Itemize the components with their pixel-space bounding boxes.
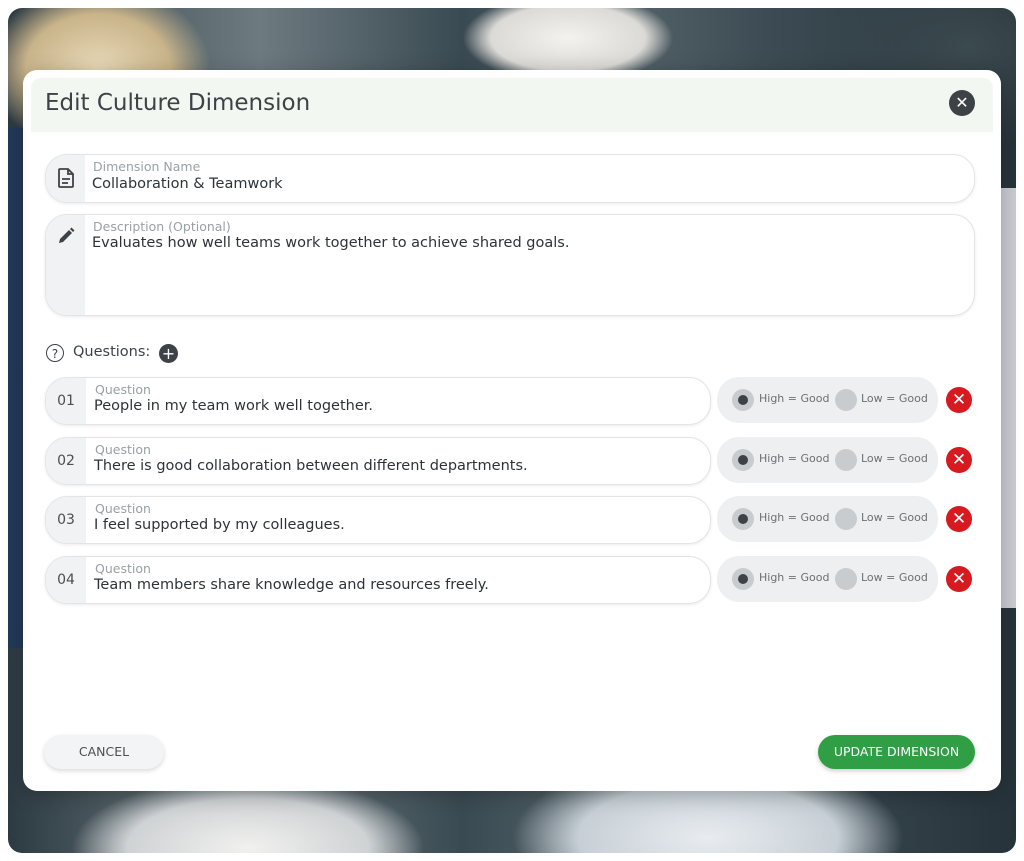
high-good-label: High = Good <box>759 452 830 465</box>
question-row: 04 Question Team members share knowledge… <box>45 556 975 604</box>
high-good-label: High = Good <box>759 511 830 524</box>
question-field[interactable]: 01 Question People in my team work well … <box>45 377 711 425</box>
close-icon: ✕ <box>951 509 967 529</box>
dimension-name-value[interactable]: Collaboration & Teamwork <box>92 176 283 192</box>
question-text[interactable]: There is good collaboration between diff… <box>94 458 528 474</box>
question-number: 01 <box>46 378 86 424</box>
radio-selected-icon <box>732 449 754 471</box>
dimension-name-label: Dimension Name <box>93 159 201 174</box>
radio-unselected-icon <box>835 508 857 530</box>
dialog-header: Edit Culture Dimension ✕ <box>31 78 993 132</box>
update-dimension-button[interactable]: UPDATE DIMENSION <box>818 735 975 769</box>
question-number: 03 <box>46 497 86 543</box>
low-good-label: Low = Good <box>861 392 928 405</box>
polarity-toggle: High = Good Low = Good <box>717 437 938 483</box>
question-text[interactable]: Team members share knowledge and resourc… <box>94 577 489 593</box>
question-number: 04 <box>46 557 86 603</box>
description-value[interactable]: Evaluates how well teams work together t… <box>92 235 569 251</box>
pencil-icon <box>59 227 75 243</box>
plus-icon: + <box>161 344 176 363</box>
polarity-toggle: High = Good Low = Good <box>717 377 938 423</box>
radio-selected-icon <box>732 389 754 411</box>
close-icon: ✕ <box>951 450 967 470</box>
question-field[interactable]: 03 Question I feel supported by my colle… <box>45 496 711 544</box>
field-icon-column <box>46 215 85 315</box>
field-icon-column <box>46 155 85 202</box>
description-field[interactable]: Description (Optional) Evaluates how wel… <box>45 214 975 316</box>
dialog-title: Edit Culture Dimension <box>45 90 311 116</box>
add-question-button[interactable]: + <box>159 344 178 363</box>
question-number: 02 <box>46 438 86 484</box>
question-row: 02 Question There is good collaboration … <box>45 437 975 485</box>
edit-dimension-dialog: Edit Culture Dimension ✕ Dimension Name … <box>23 70 1001 791</box>
low-good-label: Low = Good <box>861 452 928 465</box>
delete-question-button[interactable]: ✕ <box>946 387 972 413</box>
high-good-label: High = Good <box>759 571 830 584</box>
question-label: Question <box>95 501 151 516</box>
radio-unselected-icon <box>835 568 857 590</box>
question-label: Question <box>95 561 151 576</box>
dimension-name-field[interactable]: Dimension Name Collaboration & Teamwork <box>45 154 975 203</box>
radio-selected-icon <box>732 568 754 590</box>
polarity-toggle: High = Good Low = Good <box>717 556 938 602</box>
question-text[interactable]: I feel supported by my colleagues. <box>94 517 345 533</box>
delete-question-button[interactable]: ✕ <box>946 447 972 473</box>
document-icon <box>58 168 74 188</box>
close-icon: ✕ <box>951 569 967 589</box>
question-row: 03 Question I feel supported by my colle… <box>45 496 975 544</box>
help-icon: ? <box>46 344 64 362</box>
radio-unselected-icon <box>835 389 857 411</box>
close-button[interactable]: ✕ <box>949 90 975 116</box>
radio-selected-icon <box>732 508 754 530</box>
question-field[interactable]: 04 Question Team members share knowledge… <box>45 556 711 604</box>
questions-heading: Questions: <box>73 344 151 360</box>
question-label: Question <box>95 382 151 397</box>
close-icon: ✕ <box>955 93 969 112</box>
close-icon: ✕ <box>951 390 967 410</box>
cancel-button[interactable]: CANCEL <box>44 735 164 769</box>
delete-question-button[interactable]: ✕ <box>946 506 972 532</box>
radio-unselected-icon <box>835 449 857 471</box>
polarity-toggle: High = Good Low = Good <box>717 496 938 542</box>
question-row: 01 Question People in my team work well … <box>45 377 975 425</box>
question-text[interactable]: People in my team work well together. <box>94 398 373 414</box>
high-good-label: High = Good <box>759 392 830 405</box>
question-label: Question <box>95 442 151 457</box>
description-label: Description (Optional) <box>93 219 231 234</box>
delete-question-button[interactable]: ✕ <box>946 566 972 592</box>
low-good-label: Low = Good <box>861 571 928 584</box>
question-field[interactable]: 02 Question There is good collaboration … <box>45 437 711 485</box>
low-good-label: Low = Good <box>861 511 928 524</box>
